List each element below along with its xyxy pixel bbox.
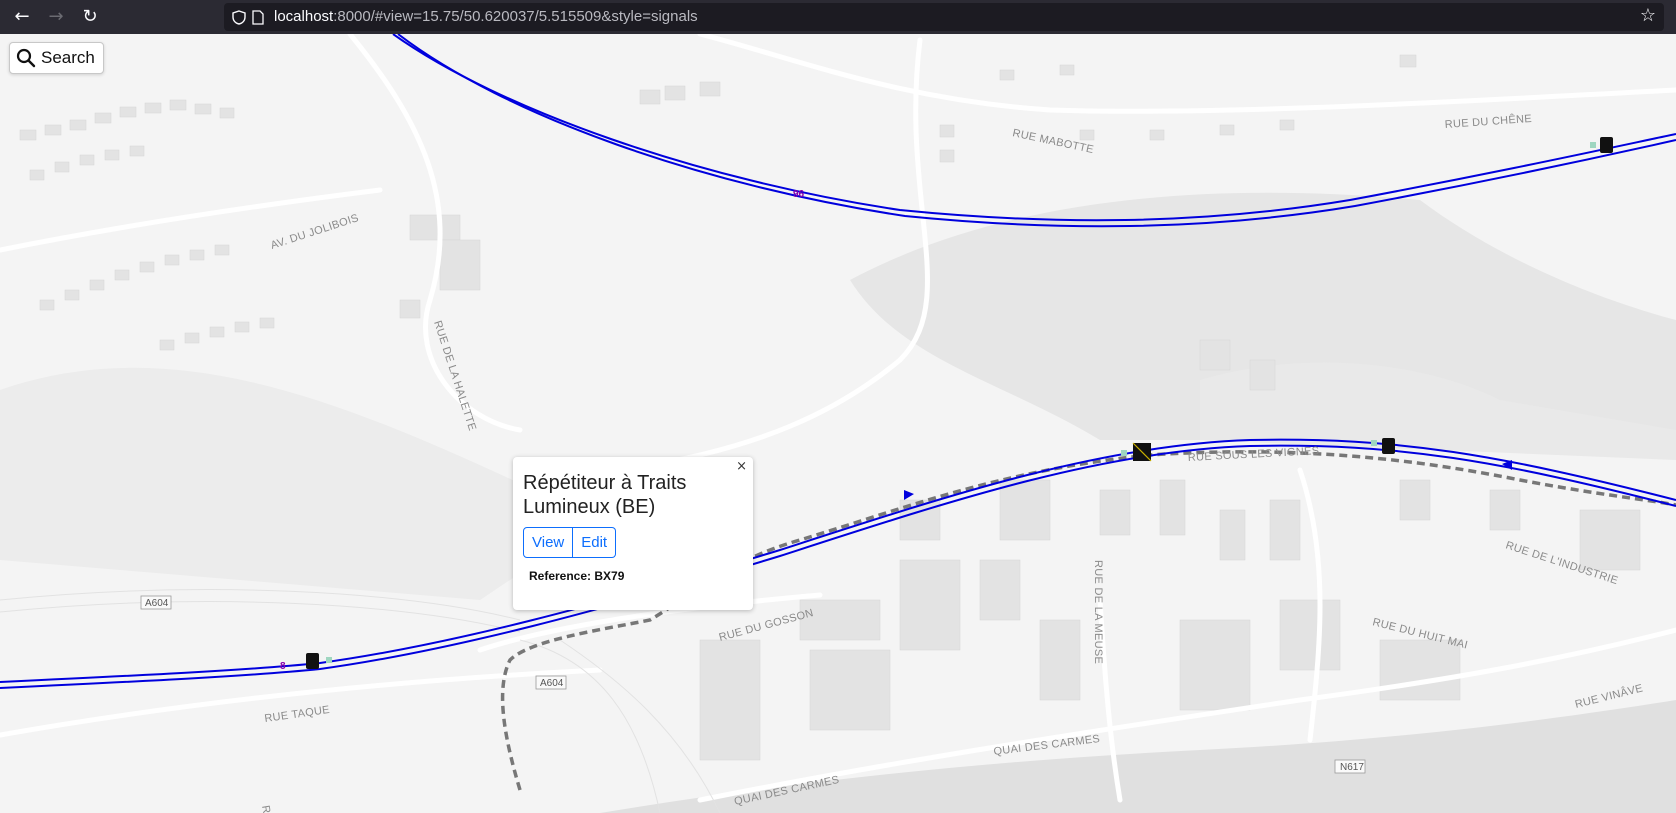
popup-reference: Reference: BX79 — [529, 569, 624, 583]
view-button[interactable]: View — [523, 527, 574, 558]
edit-button[interactable]: Edit — [573, 527, 617, 558]
street-label: RUE DE LA MEUSE — [1092, 560, 1104, 664]
search-icon — [16, 48, 36, 68]
arrow-right-icon[interactable]: → — [44, 5, 68, 29]
svg-text:A604: A604 — [540, 678, 564, 689]
url-text: localhost:8000/#view=15.75/50.620037/5.5… — [274, 8, 698, 25]
km-label-8: 8 — [280, 661, 286, 672]
svg-text:A604: A604 — [145, 598, 169, 609]
close-icon[interactable]: × — [736, 459, 747, 474]
page-icon — [252, 10, 264, 25]
popup-title: Répétiteur à Traits Lumineux (BE) — [523, 472, 687, 518]
map-svg: 96 8 RUE MABOTTE RUE DU CHÊNE AV. DU JOL… — [0, 34, 1676, 813]
svg-text:N617: N617 — [1340, 762, 1364, 773]
reload-icon[interactable]: ↻ — [78, 5, 102, 29]
map-canvas[interactable]: 96 8 RUE MABOTTE RUE DU CHÊNE AV. DU JOL… — [0, 34, 1676, 813]
route-shield: A604 — [535, 675, 567, 690]
search-button[interactable]: Search — [9, 42, 104, 74]
search-label: Search — [41, 48, 95, 67]
reference-label: Reference: — [529, 569, 592, 583]
arrow-left-icon[interactable]: ← — [10, 5, 34, 29]
browser-toolbar: ← → ↻ localhost:8000/#view=15.75/50.6200… — [0, 0, 1676, 34]
star-icon[interactable]: ☆ — [1640, 5, 1656, 26]
reference-value: BX79 — [594, 569, 625, 583]
url-bar[interactable]: localhost:8000/#view=15.75/50.620037/5.5… — [224, 3, 1664, 31]
km-label-96: 96 — [793, 189, 805, 200]
route-shield: A604 — [140, 595, 172, 610]
signal-popup: Répétiteur à Traits Lumineux (BE) × View… — [513, 457, 753, 610]
route-shield: N617 — [1334, 759, 1366, 774]
shield-icon — [232, 10, 246, 25]
popup-button-group: View Edit — [523, 527, 617, 558]
